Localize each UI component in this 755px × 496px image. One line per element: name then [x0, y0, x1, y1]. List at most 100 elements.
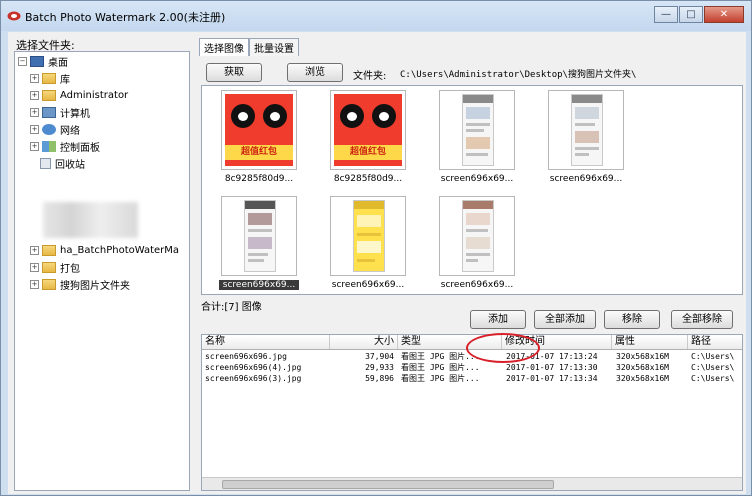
column-header-path[interactable]: 路径	[688, 335, 742, 349]
tab-select-images[interactable]: 选择图像	[199, 38, 249, 56]
computer-icon	[42, 106, 56, 118]
folder-icon	[42, 244, 56, 256]
client-area: 选择文件夹: − 桌面 + 库 + Administrator + 计算机 + …	[8, 32, 746, 494]
thumbnail-caption: 8c9285f80d9...	[224, 174, 294, 184]
cell-type: 看图王 JPG 图片...	[401, 374, 480, 383]
tree-item-label: 网络	[60, 125, 80, 137]
control-panel-icon	[42, 140, 56, 152]
tree-item-pack[interactable]: + 打包	[30, 259, 80, 275]
tree-item-label: 库	[60, 74, 70, 86]
thumbnail-caption: screen696x69...	[331, 280, 405, 290]
minimize-button[interactable]: —	[654, 6, 678, 23]
tree-expander[interactable]: +	[30, 107, 39, 117]
tree-item-network[interactable]: + 网络	[30, 121, 80, 137]
thumbnail-banner-text: 超值红包	[225, 145, 293, 160]
cell-path: C:\Users\	[691, 374, 735, 383]
cell-name: screen696x696(3).jpg	[205, 374, 302, 383]
library-icon	[42, 72, 56, 84]
thumbnail-image	[439, 90, 515, 170]
maximize-button[interactable]: □	[679, 6, 703, 23]
folder-icon	[42, 261, 56, 273]
app-logo-icon	[7, 11, 21, 21]
tree-item-label: 搜狗图片文件夹	[60, 280, 130, 292]
close-button[interactable]: ✕	[704, 6, 744, 23]
thumbnail-banner-text: 超值红包	[334, 145, 402, 160]
tree-item-sogou-images[interactable]: + 搜狗图片文件夹	[30, 276, 130, 292]
thumbnail-item[interactable]: screen696x69...	[437, 90, 517, 184]
tree-item-label: Administrator	[60, 89, 129, 101]
folder-path-label: 文件夹:	[353, 71, 387, 82]
column-header-attributes[interactable]: 属性	[612, 335, 688, 349]
tree-expander[interactable]: +	[30, 124, 39, 134]
table-row[interactable]: screen696x696(3).jpg 59,896 看图王 JPG 图片..…	[202, 373, 742, 385]
desktop-icon	[30, 55, 44, 67]
add-all-button[interactable]: 全部添加	[534, 310, 596, 329]
thumbnail-item[interactable]: screen696x69...	[437, 196, 517, 290]
thumbnail-image	[439, 196, 515, 276]
tree-expander[interactable]: −	[18, 56, 27, 66]
cell-modified: 2017-01-07 17:13:34	[506, 374, 598, 383]
column-header-name[interactable]: 名称	[202, 335, 330, 349]
folder-path-value: C:\Users\Administrator\Desktop\搜狗图片文件夹\	[400, 70, 637, 80]
minimize-icon: —	[661, 9, 671, 20]
thumbnail-item[interactable]: screen696x69...	[219, 196, 299, 290]
remove-button[interactable]: 移除	[604, 310, 660, 329]
refresh-button[interactable]: 获取	[206, 63, 262, 82]
tab-batch-settings[interactable]: 批量设置	[249, 38, 299, 56]
tree-item-library[interactable]: + 库	[30, 70, 70, 86]
horizontal-scrollbar[interactable]	[202, 477, 742, 490]
tree-expander[interactable]: +	[30, 141, 39, 151]
thumbnail-panel[interactable]: 超值红包 8c9285f80d9... 超值红包 8c9285f80d9... …	[201, 85, 743, 295]
image-count-summary: 合计:[7] 图像	[201, 302, 262, 313]
highlight-circle	[466, 333, 540, 363]
thumbnail-image	[330, 196, 406, 276]
thumbnail-item[interactable]: 超值红包 8c9285f80d9...	[219, 90, 299, 184]
scrollbar-thumb[interactable]	[222, 480, 554, 489]
network-icon	[42, 123, 56, 135]
thumbnail-image: 超值红包	[330, 90, 406, 170]
tree-item-label: 桌面	[48, 57, 68, 69]
add-button[interactable]: 添加	[470, 310, 526, 329]
tree-item-recycle-bin[interactable]: 回收站	[40, 155, 85, 171]
close-icon: ✕	[719, 9, 729, 20]
tree-item-computer[interactable]: + 计算机	[30, 104, 90, 120]
thumbnail-caption: screen696x69...	[440, 280, 514, 290]
cell-size: 59,896	[365, 374, 394, 383]
tree-item-label: ha_BatchPhotoWaterMa	[60, 244, 180, 256]
thumbnail-item[interactable]: 超值红包 8c9285f80d9...	[328, 90, 408, 184]
file-list[interactable]: 名称 大小 类型 修改时间 属性 路径 screen696x696.jpg 37…	[201, 334, 743, 491]
browse-button[interactable]: 浏览	[287, 63, 343, 82]
column-header-size[interactable]: 大小	[330, 335, 398, 349]
tree-expander[interactable]: +	[30, 262, 39, 272]
app-window: Batch Photo Watermark 2.00(未注册) — □ ✕ 选择…	[0, 0, 752, 496]
thumbnail-item[interactable]: screen696x69...	[546, 90, 626, 184]
window-title: Batch Photo Watermark 2.00(未注册)	[25, 11, 226, 24]
folder-icon	[42, 278, 56, 290]
tree-item-desktop[interactable]: − 桌面	[18, 53, 68, 69]
tree-expander[interactable]: +	[30, 245, 39, 255]
remove-all-button[interactable]: 全部移除	[671, 310, 733, 329]
folder-tree[interactable]: − 桌面 + 库 + Administrator + 计算机 + 网络 + 控制…	[14, 51, 190, 491]
thumbnail-image	[548, 90, 624, 170]
tree-item-batchphotowatermark[interactable]: + ha_BatchPhotoWaterMa	[30, 242, 179, 258]
thumbnail-caption: 8c9285f80d9...	[333, 174, 403, 184]
title-bar[interactable]: Batch Photo Watermark 2.00(未注册) — □ ✕	[1, 1, 751, 31]
thumbnail-image: 超值红包	[221, 90, 297, 170]
tree-expander[interactable]: +	[30, 73, 39, 83]
tree-expander[interactable]: +	[30, 90, 39, 100]
tree-item-label: 控制面板	[60, 142, 100, 154]
tree-item-label: 回收站	[55, 159, 85, 171]
user-folder-icon	[42, 89, 56, 101]
tree-item-label: 计算机	[60, 108, 90, 120]
tree-expander[interactable]: +	[30, 279, 39, 289]
thumbnail-item[interactable]: screen696x69...	[328, 196, 408, 290]
thumbnail-image	[221, 196, 297, 276]
recycle-bin-icon	[40, 157, 51, 169]
tree-item-label: 打包	[60, 263, 80, 275]
thumbnail-caption-selected: screen696x69...	[219, 280, 299, 290]
tree-item-control-panel[interactable]: + 控制面板	[30, 138, 100, 154]
thumbnail-caption: screen696x69...	[440, 174, 514, 184]
cell-attributes: 320x568x16M	[616, 374, 669, 383]
tree-item-administrator[interactable]: + Administrator	[30, 87, 128, 103]
thumbnail-caption: screen696x69...	[549, 174, 623, 184]
